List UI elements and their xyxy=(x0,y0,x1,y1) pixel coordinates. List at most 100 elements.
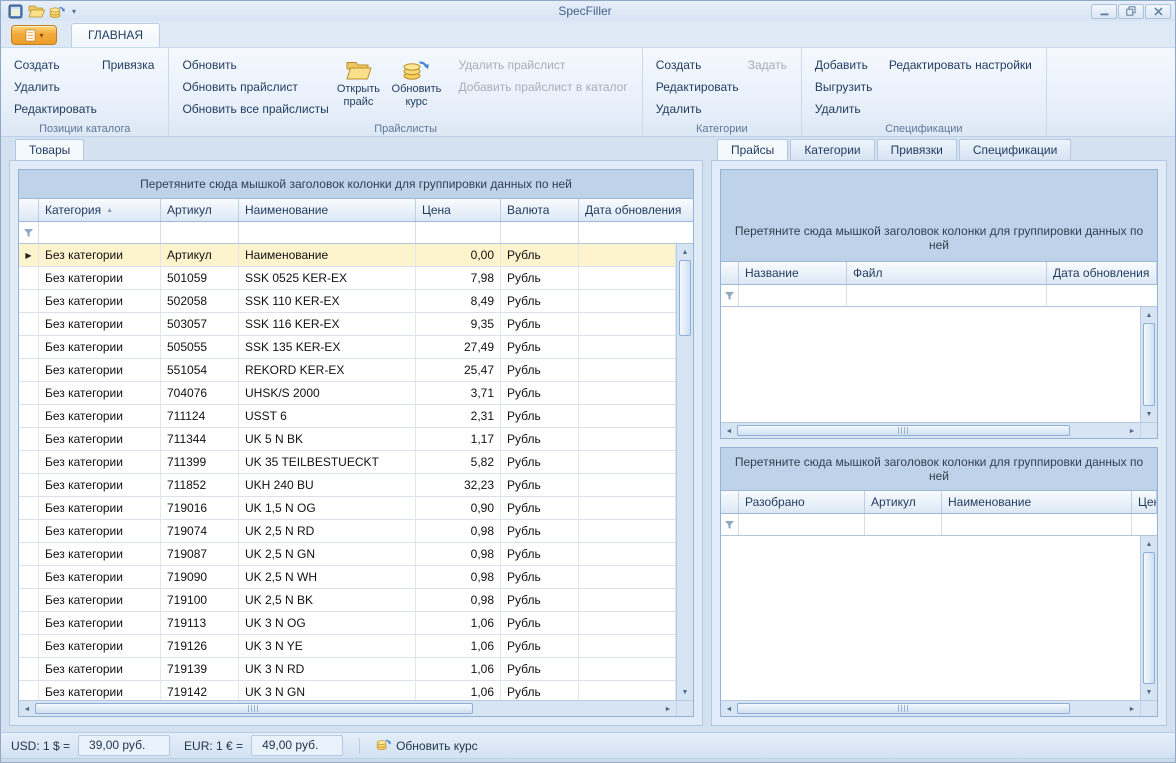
scroll-thumb[interactable] xyxy=(737,425,1070,436)
tab-categories[interactable]: Категории xyxy=(790,139,874,160)
cell[interactable]: Рубль xyxy=(501,382,579,404)
cell[interactable] xyxy=(579,336,676,358)
cell[interactable]: 719090 xyxy=(161,566,239,588)
table-row[interactable]: Без категории719142UK 3 N GN1,06Рубль xyxy=(19,681,676,700)
filter-cell[interactable] xyxy=(1132,514,1157,535)
column-header-parsed[interactable]: Разобрано xyxy=(739,491,865,513)
table-row[interactable]: Без категории719113UK 3 N OG1,06Рубль xyxy=(19,612,676,635)
cell[interactable] xyxy=(579,451,676,473)
cell[interactable]: 0,98 xyxy=(416,589,501,611)
table-row[interactable]: Без категории505055SSK 135 KER-EX27,49Ру… xyxy=(19,336,676,359)
cell[interactable]: Без категории xyxy=(39,382,161,404)
cell[interactable]: 719126 xyxy=(161,635,239,657)
cell[interactable]: Рубль xyxy=(501,359,579,381)
parsed-items-hscrollbar[interactable]: ◄ ► xyxy=(721,701,1140,716)
filter-cell[interactable] xyxy=(942,514,1132,535)
scroll-left-icon[interactable]: ◄ xyxy=(19,701,35,717)
column-header-file[interactable]: Файл xyxy=(847,262,1047,284)
filter-cell[interactable] xyxy=(161,222,239,243)
cell[interactable]: 1,06 xyxy=(416,681,501,700)
cell[interactable]: UKH 240 BU xyxy=(239,474,416,496)
refresh-all-pricelists-button[interactable]: Обновить все прайслисты xyxy=(177,98,329,120)
column-header-update-date[interactable]: Дата обновления xyxy=(1047,262,1157,284)
scroll-right-icon[interactable]: ► xyxy=(660,701,676,717)
cell[interactable]: Без категории xyxy=(39,543,161,565)
category-create-button[interactable]: Создать xyxy=(651,54,743,76)
update-rate-icon[interactable] xyxy=(48,3,66,19)
table-row[interactable]: Без категории711344UK 5 N BK1,17Рубль xyxy=(19,428,676,451)
cell[interactable]: 505055 xyxy=(161,336,239,358)
cell[interactable]: Артикул xyxy=(161,244,239,266)
cell[interactable]: Без категории xyxy=(39,566,161,588)
scroll-thumb[interactable] xyxy=(1143,323,1155,406)
cell[interactable]: 32,23 xyxy=(416,474,501,496)
cell[interactable]: UK 2,5 N RD xyxy=(239,520,416,542)
cell[interactable]: 3,71 xyxy=(416,382,501,404)
cell[interactable]: 719142 xyxy=(161,681,239,700)
cell[interactable]: Без категории xyxy=(39,658,161,680)
cell[interactable]: UK 3 N OG xyxy=(239,612,416,634)
cell[interactable]: 1,17 xyxy=(416,428,501,450)
minimize-button[interactable] xyxy=(1091,4,1117,19)
filter-cell[interactable] xyxy=(579,222,693,243)
cell[interactable]: SSK 0525 KER-EX xyxy=(239,267,416,289)
cell[interactable]: 719100 xyxy=(161,589,239,611)
table-row[interactable]: Без категории719087UK 2,5 N GN0,98Рубль xyxy=(19,543,676,566)
column-header-name[interactable]: Наименование xyxy=(239,199,416,221)
cell[interactable]: UHSK/S 2000 xyxy=(239,382,416,404)
cell[interactable]: UK 1,5 N OG xyxy=(239,497,416,519)
scroll-thumb[interactable] xyxy=(35,703,473,714)
cell[interactable] xyxy=(579,566,676,588)
table-row[interactable]: Без категории719016UK 1,5 N OG0,90Рубль xyxy=(19,497,676,520)
restore-button[interactable] xyxy=(1118,4,1144,19)
column-header-article[interactable]: Артикул xyxy=(865,491,942,513)
filter-cell[interactable] xyxy=(865,514,942,535)
products-hscrollbar[interactable]: ◄ ► xyxy=(19,701,676,716)
scroll-down-icon[interactable]: ▼ xyxy=(1141,684,1157,700)
scroll-thumb[interactable] xyxy=(679,260,691,336)
cell[interactable]: Наименование xyxy=(239,244,416,266)
app-icon[interactable] xyxy=(6,3,24,19)
scroll-thumb[interactable] xyxy=(737,703,1070,714)
table-row[interactable]: Без категории501059SSK 0525 KER-EX7,98Ру… xyxy=(19,267,676,290)
refresh-pricelist-button[interactable]: Обновить прайслист xyxy=(177,76,329,98)
cell[interactable]: Рубль xyxy=(501,451,579,473)
column-header-article[interactable]: Артикул xyxy=(161,199,239,221)
cell[interactable] xyxy=(579,612,676,634)
scroll-left-icon[interactable]: ◄ xyxy=(721,423,737,439)
cell[interactable]: 503057 xyxy=(161,313,239,335)
cell[interactable]: Рубль xyxy=(501,635,579,657)
cell[interactable]: 711344 xyxy=(161,428,239,450)
column-header-name[interactable]: Наименование xyxy=(942,491,1132,513)
cell[interactable]: Рубль xyxy=(501,612,579,634)
qat-dropdown-icon[interactable]: ▾ xyxy=(69,7,79,16)
cell[interactable]: 719113 xyxy=(161,612,239,634)
cell[interactable]: Без категории xyxy=(39,635,161,657)
pricelist-vscrollbar[interactable]: ▲ ▼ xyxy=(1140,307,1157,422)
table-row[interactable]: ▶Без категорииАртикулНаименование0,00Руб… xyxy=(19,244,676,267)
cell[interactable]: Рубль xyxy=(501,681,579,700)
cell[interactable]: Рубль xyxy=(501,405,579,427)
cell[interactable] xyxy=(579,520,676,542)
cell[interactable]: Без категории xyxy=(39,359,161,381)
cell[interactable]: REKORD KER-EX xyxy=(239,359,416,381)
cell[interactable]: 711399 xyxy=(161,451,239,473)
filter-cell[interactable] xyxy=(39,222,161,243)
column-header-category[interactable]: Категория▲ xyxy=(39,199,161,221)
cell[interactable] xyxy=(579,428,676,450)
cell[interactable]: 1,06 xyxy=(416,635,501,657)
cell[interactable]: 2,31 xyxy=(416,405,501,427)
cell[interactable]: 719087 xyxy=(161,543,239,565)
cell[interactable] xyxy=(579,382,676,404)
table-row[interactable]: Без категории719100UK 2,5 N BK0,98Рубль xyxy=(19,589,676,612)
cell[interactable] xyxy=(579,359,676,381)
scroll-up-icon[interactable]: ▲ xyxy=(1141,307,1157,323)
cell[interactable]: Без категории xyxy=(39,589,161,611)
cell[interactable]: 0,00 xyxy=(416,244,501,266)
refresh-button[interactable]: Обновить xyxy=(177,54,329,76)
application-menu-button[interactable]: ▾ xyxy=(11,25,57,45)
tab-glavnaya[interactable]: ГЛАВНАЯ xyxy=(71,23,160,47)
cell[interactable] xyxy=(579,681,676,700)
cell[interactable]: Без категории xyxy=(39,451,161,473)
scroll-up-icon[interactable]: ▲ xyxy=(1141,536,1157,552)
